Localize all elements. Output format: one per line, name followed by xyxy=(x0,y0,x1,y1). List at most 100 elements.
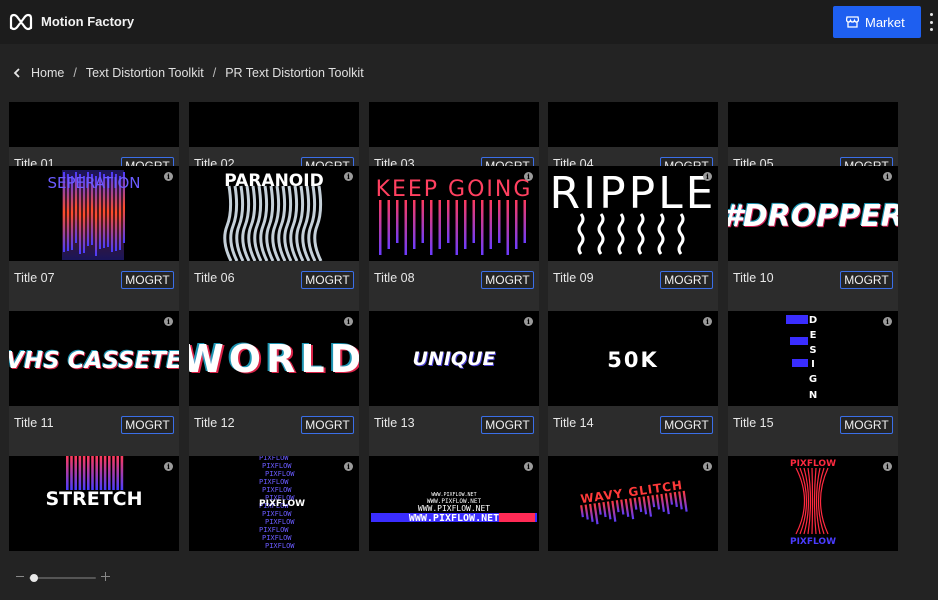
info-circle-icon[interactable]: i xyxy=(883,462,892,471)
thumbnail-art: #DROPPER#DROPPER#DROPPER xyxy=(728,198,898,235)
template-thumbnail[interactable]: PIXFLOW PIXFLOW PIXFLOW PIXFLOW PIXFLOW PIXFL… xyxy=(189,456,359,551)
template-card[interactable]: UNIQUE UNIQUE i Title 13 MOGRT xyxy=(369,311,539,456)
svg-text:SEPERATION: SEPERATION xyxy=(47,174,140,192)
chevron-left-icon[interactable] xyxy=(11,67,23,79)
svg-text:PIXFLOW: PIXFLOW xyxy=(262,486,292,494)
mogrt-button[interactable]: MOGRT xyxy=(121,416,174,434)
template-thumbnail[interactable]: DESIGN i xyxy=(728,311,898,406)
template-thumbnail[interactable]: i xyxy=(548,102,718,147)
template-thumbnail[interactable]: 2021i xyxy=(189,102,359,147)
svg-text:PIXFLOW: PIXFLOW xyxy=(265,542,295,550)
template-card[interactable]: PIXFLOW PIXFLOW PIXFLOW PIXFLOW PIXFLOW PIXFL… xyxy=(189,456,359,551)
template-card[interactable]: WORLD WORLD WORLD i Title 12 MOGRT xyxy=(189,311,359,456)
breadcrumb-text-distortion-toolkit[interactable]: Text Distortion Toolkit xyxy=(86,66,204,80)
info-circle-icon[interactable]: i xyxy=(703,172,712,181)
template-thumbnail[interactable]: MOTION DESIGN MOTION DESIGN MOTION DESIG… xyxy=(728,102,898,147)
svg-text:G: G xyxy=(809,374,817,385)
mogrt-button[interactable]: MOGRT xyxy=(660,271,713,289)
thumbnail-art: PIXFLOWPIXFLOWPIXFLOWPIXFLOWPIXFLOWPIXFL… xyxy=(259,456,305,550)
thumbnail-art: 2021 xyxy=(189,102,359,147)
info-circle-icon[interactable]: i xyxy=(164,462,173,471)
svg-text:D: D xyxy=(809,315,817,326)
minus-icon[interactable] xyxy=(16,576,24,577)
info-circle-icon[interactable]: i xyxy=(703,462,712,471)
thumbnail-art: STRETCH xyxy=(45,456,143,510)
template-thumbnail[interactable]: WORLD WORLD WORLD i xyxy=(189,311,359,406)
plus-icon[interactable] xyxy=(101,572,110,581)
template-card[interactable]: VHS CASSETE VHS CASSETE VHS CASSETE i Title … xyxy=(9,311,179,456)
template-thumbnail[interactable]: VHS CASSETE VHS CASSETE VHS CASSETE i xyxy=(9,311,179,406)
card-title: Title 08 xyxy=(374,271,415,285)
market-button[interactable]: Market xyxy=(833,6,921,38)
template-thumbnail[interactable]: KEEP GOING i xyxy=(369,166,539,261)
template-thumbnail[interactable]: #DROPPER #DROPPER #DROPPER i xyxy=(728,166,898,261)
template-thumbnail[interactable]: i xyxy=(369,102,539,147)
thumbnail-art: DESIGN xyxy=(786,315,817,401)
template-card[interactable]: KEEP GOING i Title 08 MOGRT xyxy=(369,166,539,311)
info-circle-icon[interactable]: i xyxy=(524,317,533,326)
thumbnail-art: WORLDWORLDWORLD xyxy=(189,336,359,382)
template-thumbnail[interactable]: PIXFLOW PIXFLOW i xyxy=(728,456,898,551)
template-thumbnail[interactable]: PARANOID i xyxy=(189,166,359,261)
info-circle-icon[interactable]: i xyxy=(164,317,173,326)
template-card[interactable]: WWW.PIXFLOW.NET WWW.PIXFLOW.NET WWW.PIXFLO… xyxy=(369,456,539,551)
breadcrumb: Home / Text Distortion Toolkit / PR Text… xyxy=(0,44,938,102)
zoom-slider-track[interactable] xyxy=(29,577,96,579)
template-thumbnail[interactable]: RIPPLE i xyxy=(548,166,718,261)
svg-text:WORLD: WORLD xyxy=(189,337,359,381)
template-thumbnail[interactable]: WAVY GLITCH i xyxy=(548,456,718,551)
info-circle-icon[interactable]: i xyxy=(164,172,173,181)
template-card[interactable]: #DROPPER #DROPPER #DROPPER i Title 10 MOGRT xyxy=(728,166,898,311)
svg-text:RIPPLE: RIPPLE xyxy=(550,168,717,219)
mogrt-button[interactable]: MOGRT xyxy=(840,416,893,434)
template-thumbnail[interactable]: DESIGNi xyxy=(9,102,179,147)
mogrt-button[interactable]: MOGRT xyxy=(840,271,893,289)
card-title: Title 07 xyxy=(14,271,55,285)
template-thumbnail[interactable]: UNIQUE UNIQUE i xyxy=(369,311,539,406)
svg-text:UNIQUE: UNIQUE xyxy=(413,348,496,370)
template-card[interactable]: STRETCH i xyxy=(9,456,179,551)
template-thumbnail[interactable]: STRETCH i xyxy=(9,456,179,551)
template-card[interactable]: 50K i Title 14 MOGRT xyxy=(548,311,718,456)
mogrt-button[interactable]: MOGRT xyxy=(301,271,354,289)
info-circle-icon[interactable]: i xyxy=(344,462,353,471)
svg-text:E: E xyxy=(810,330,817,341)
app-title: Motion Factory xyxy=(41,14,135,29)
thumbnail-art xyxy=(548,102,718,147)
info-circle-icon[interactable]: i xyxy=(703,317,712,326)
storefront-icon xyxy=(846,16,859,28)
zoom-slider-handle[interactable] xyxy=(30,574,38,582)
template-thumbnail[interactable]: WWW.PIXFLOW.NET WWW.PIXFLOW.NET WWW.PIXFLO… xyxy=(369,456,539,551)
template-thumbnail[interactable]: 50K i xyxy=(548,311,718,406)
mogrt-button[interactable]: MOGRT xyxy=(481,271,534,289)
svg-text:50K: 50K xyxy=(607,348,659,372)
thumbnail-art: PIXFLOW PIXFLOW xyxy=(790,459,836,547)
template-card[interactable]: RIPPLE i Title 09 MOGRT xyxy=(548,166,718,311)
mogrt-button[interactable]: MOGRT xyxy=(660,416,713,434)
template-thumbnail[interactable]: SEPERATION i xyxy=(9,166,179,261)
info-circle-icon[interactable]: i xyxy=(344,317,353,326)
template-card[interactable]: SEPERATION i Title 07 MOGRT xyxy=(9,166,179,311)
mogrt-button[interactable]: MOGRT xyxy=(301,416,354,434)
info-circle-icon[interactable]: i xyxy=(883,172,892,181)
template-card[interactable]: PARANOID i Title 06 MOGRT xyxy=(189,166,359,311)
svg-text:PIXFLOW: PIXFLOW xyxy=(790,459,836,469)
info-circle-icon[interactable]: i xyxy=(883,317,892,326)
svg-text:WWW.PIXFLOW.NET: WWW.PIXFLOW.NET xyxy=(409,513,499,524)
info-circle-icon[interactable]: i xyxy=(524,172,533,181)
mogrt-button[interactable]: MOGRT xyxy=(481,416,534,434)
svg-text:PIXFLOW: PIXFLOW xyxy=(265,518,295,526)
info-circle-icon[interactable]: i xyxy=(344,172,353,181)
svg-text:PIXFLOW: PIXFLOW xyxy=(259,499,305,509)
breadcrumb-home[interactable]: Home xyxy=(31,66,64,80)
card-title: Title 13 xyxy=(374,416,415,430)
mogrt-button[interactable]: MOGRT xyxy=(121,271,174,289)
svg-text:WWW.PIXFLOW.NET: WWW.PIXFLOW.NET xyxy=(418,504,490,513)
template-card[interactable]: D E S I G Ni Title 15 MOGRT xyxy=(728,311,898,456)
kebab-menu-icon[interactable] xyxy=(927,13,935,31)
template-card[interactable]: WAVY GLITCH i xyxy=(548,456,718,551)
template-card[interactable]: PIXFLOW PIXFLOW i xyxy=(728,456,898,551)
info-circle-icon[interactable]: i xyxy=(524,462,533,471)
card-title: Title 14 xyxy=(553,416,594,430)
breadcrumb-separator: / xyxy=(73,66,77,80)
